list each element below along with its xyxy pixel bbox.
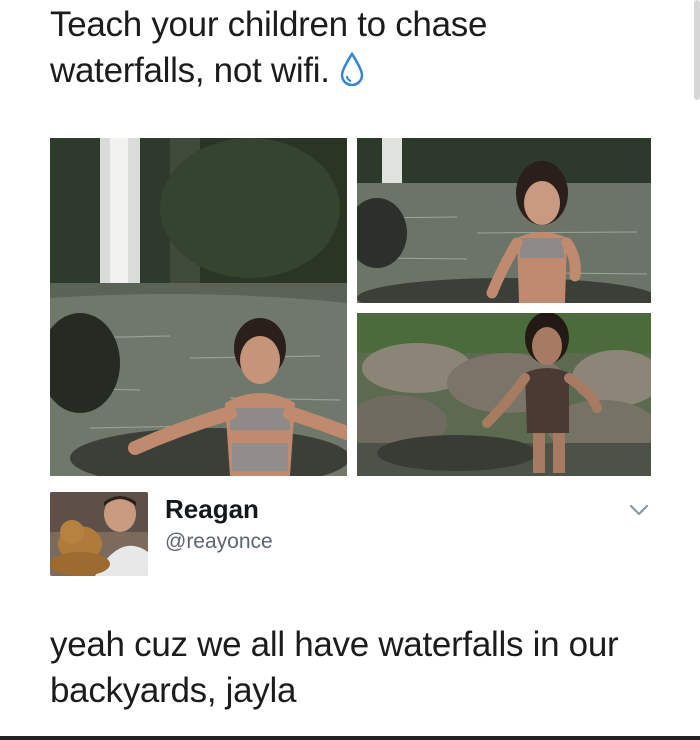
scrollbar-thumb[interactable] [694,0,700,100]
post-text-content: Teach your children to chase waterfalls,… [50,5,488,90]
user-handle[interactable]: @reayonce [165,530,273,554]
photo-girl-on-rocks[interactable] [357,313,651,476]
photo-waterfall-girl[interactable] [50,138,347,476]
photo-girl-in-stream[interactable] [357,138,651,303]
chevron-down-icon[interactable] [628,503,650,517]
water-droplet-icon [340,51,364,98]
bottom-border [0,736,700,740]
post-text: Teach your children to chase waterfalls,… [50,2,650,97]
display-name[interactable]: Reagan [165,494,259,525]
reply-text: yeah cuz we all have waterfalls in our b… [50,625,619,710]
avatar[interactable] [50,492,148,576]
